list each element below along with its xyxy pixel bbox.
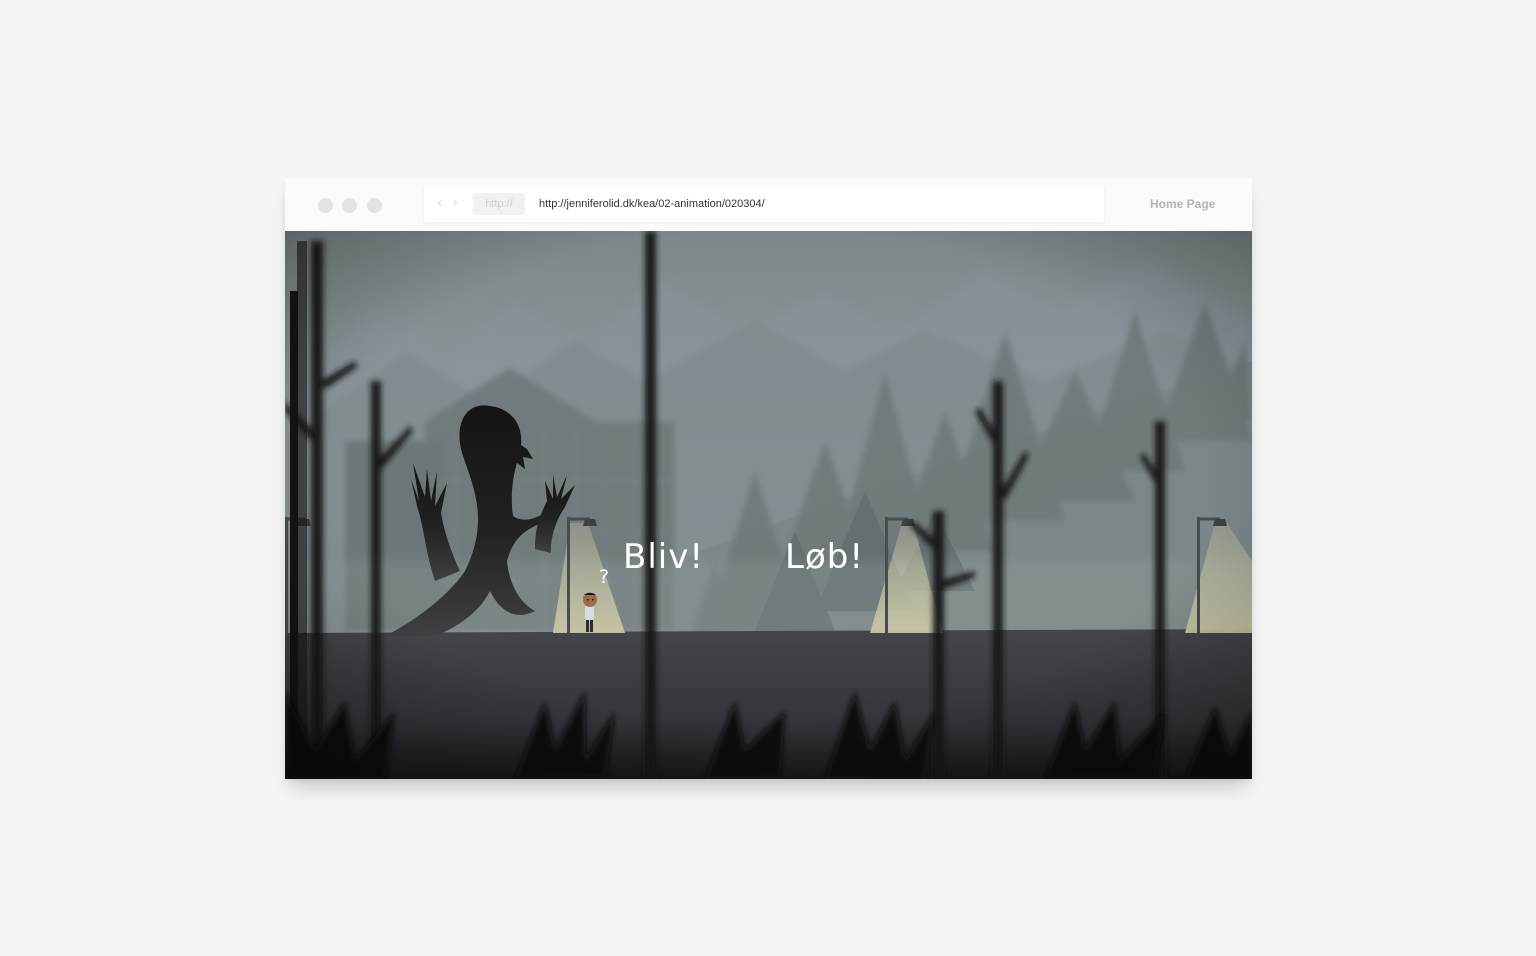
choice-run-button[interactable]: Løb! xyxy=(785,537,864,577)
protocol-badge: http:// xyxy=(473,193,525,215)
animation-viewport: ? Bliv! Løb! xyxy=(285,231,1252,779)
browser-toolbar: ‹ › http:// http://jenniferolid.dk/kea/0… xyxy=(285,178,1252,231)
window-close-dot[interactable] xyxy=(318,198,333,213)
forest-scene xyxy=(285,231,1252,779)
window-minimize-dot[interactable] xyxy=(342,198,357,213)
home-page-link[interactable]: Home Page xyxy=(1150,197,1215,211)
choice-stay-button[interactable]: Bliv! xyxy=(623,537,704,577)
back-arrow-icon[interactable]: ‹ xyxy=(437,196,442,212)
question-mark: ? xyxy=(599,566,610,588)
browser-window: ‹ › http:// http://jenniferolid.dk/kea/0… xyxy=(285,178,1252,779)
url-text[interactable]: http://jenniferolid.dk/kea/02-animation/… xyxy=(539,197,765,211)
address-bar[interactable]: ‹ › http:// http://jenniferolid.dk/kea/0… xyxy=(424,187,1104,222)
forward-arrow-icon[interactable]: › xyxy=(453,196,458,212)
window-maximize-dot[interactable] xyxy=(367,198,382,213)
